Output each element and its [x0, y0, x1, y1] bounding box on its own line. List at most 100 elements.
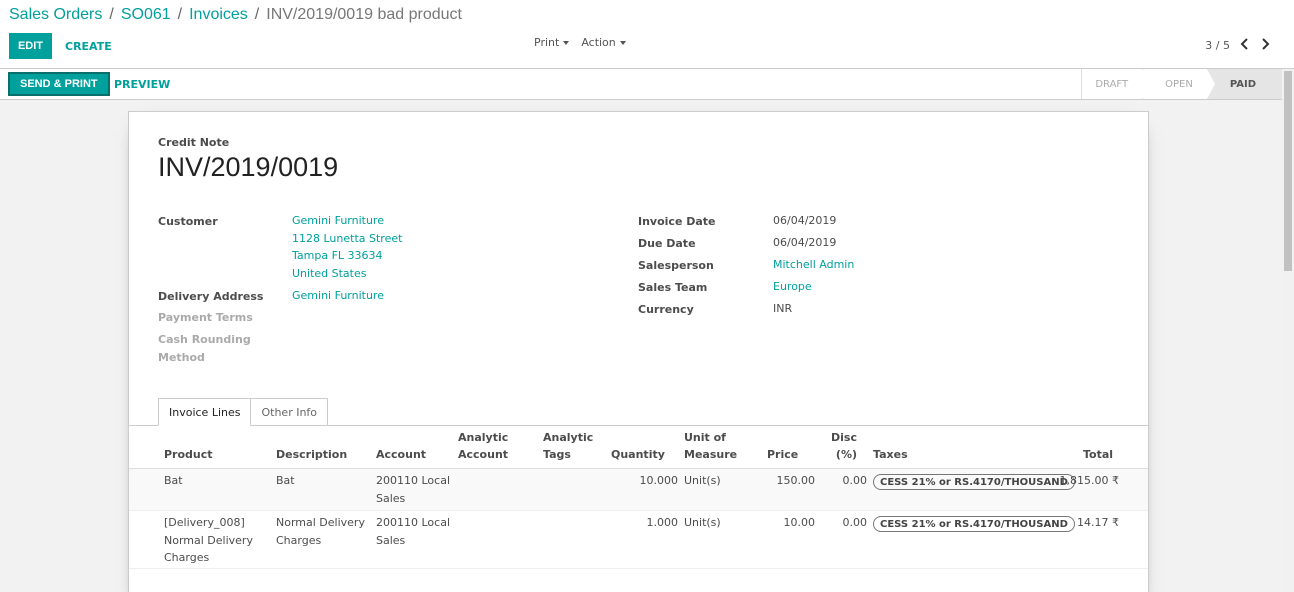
customer-street[interactable]: 1128 Lunetta Street — [292, 230, 402, 248]
cell-description-line: Charges — [276, 533, 322, 547]
col-analytic-tags-line1: Analytic — [543, 431, 594, 444]
scrollbar-thumb[interactable] — [1284, 71, 1292, 271]
print-dropdown-label: Print — [534, 36, 560, 49]
print-dropdown[interactable]: Print — [534, 36, 570, 49]
pager: 3 / 5 — [1205, 38, 1270, 53]
customer-city[interactable]: Tampa FL 33634 — [292, 247, 402, 265]
stage-open: OPEN — [1142, 69, 1215, 99]
delivery-address-label: Delivery Address — [158, 290, 264, 303]
cell-product: Bat — [164, 472, 183, 490]
stage-paid: PAID — [1206, 69, 1282, 99]
col-discount-line2: (%) — [835, 448, 857, 461]
cell-description: Normal Delivery Charges — [276, 514, 365, 549]
action-dropdown[interactable]: Action — [581, 36, 626, 49]
customer-country[interactable]: United States — [292, 265, 402, 283]
col-uom-line1: Unit of — [684, 431, 726, 444]
document-title: INV/2019/0019 — [158, 152, 339, 182]
cell-account-line: Sales — [376, 533, 406, 547]
col-unit-of-measure[interactable]: Unit of Measure — [684, 429, 737, 463]
sales-team-link[interactable]: Europe — [773, 278, 812, 296]
tab-other-info[interactable]: Other Info — [251, 398, 329, 426]
sidebar-dropdowns: Print Action — [534, 36, 626, 49]
cell-account-line: 200110 Local — [376, 516, 450, 529]
salesperson-label: Salesperson — [638, 259, 714, 272]
table-header: Product Description Account Analytic Acc… — [129, 426, 1148, 469]
cell-price: 150.00 — [776, 474, 816, 487]
chevron-right-icon[interactable] — [1260, 38, 1270, 53]
stage-arrow — [1206, 69, 1215, 99]
col-taxes[interactable]: Taxes — [873, 446, 908, 463]
col-total[interactable]: Total — [1083, 446, 1113, 463]
payment-terms-label: Payment Terms — [158, 311, 253, 324]
stage-draft: DRAFT — [1081, 69, 1151, 99]
col-price[interactable]: Price — [767, 446, 798, 463]
send-print-button[interactable]: SEND & PRINT — [8, 72, 110, 96]
col-analytic-account-line1: Analytic — [458, 431, 509, 444]
breadcrumb-separator: / — [177, 6, 183, 23]
create-button[interactable]: CREATE — [65, 33, 112, 59]
col-account[interactable]: Account — [376, 446, 426, 463]
salesperson-link[interactable]: Mitchell Admin — [773, 256, 854, 274]
tax-badge: CESS 21% or RS.4170/THOUSAND — [873, 516, 1075, 532]
cell-account: 200110 Local Sales — [376, 472, 450, 507]
breadcrumb-invoices[interactable]: Invoices — [189, 6, 248, 23]
cash-rounding-label: Cash Rounding — [158, 333, 251, 346]
customer-address: Gemini Furniture 1128 Lunetta Street Tam… — [292, 212, 402, 282]
caret-down-icon — [619, 40, 626, 45]
edit-button[interactable]: EDIT — [9, 33, 52, 59]
cell-discount: 0.00 — [842, 474, 868, 487]
stage-arrow — [1142, 69, 1151, 99]
chevron-left-icon[interactable] — [1240, 38, 1250, 53]
invoice-lines-table: Product Description Account Analytic Acc… — [129, 426, 1148, 569]
col-analytic-account[interactable]: Analytic Account — [458, 429, 508, 463]
caret-down-icon — [563, 40, 570, 45]
currency-label: Currency — [638, 303, 694, 316]
notebook-tabs: Invoice Lines Other Info — [158, 398, 329, 426]
cell-uom: Unit(s) — [684, 516, 721, 529]
control-panel: Sales Orders / SO061 / Invoices / INV/2019/001… — [0, 0, 1294, 69]
cell-product: [Delivery_008] Normal Delivery Charges — [164, 514, 253, 567]
delivery-address-link[interactable]: Gemini Furniture — [292, 287, 384, 305]
action-dropdown-label: Action — [581, 36, 616, 49]
breadcrumb-separator: / — [109, 6, 114, 23]
stage-draft-label: DRAFT — [1095, 78, 1129, 90]
cell-description-line: Normal Delivery — [276, 516, 365, 529]
table-row[interactable]: Bat Bat 200110 Local Sales 10.000 Unit(s… — [129, 469, 1148, 511]
breadcrumb-so061[interactable]: SO061 — [121, 6, 171, 23]
customer-link[interactable]: Gemini Furniture — [292, 212, 402, 230]
breadcrumb-sales-orders[interactable]: Sales Orders — [9, 6, 102, 23]
cell-account-line: Sales — [376, 491, 406, 505]
cell-description-line: Bat — [276, 474, 295, 487]
cell-account: 200110 Local Sales — [376, 514, 450, 549]
col-quantity[interactable]: Quantity — [611, 446, 665, 463]
col-analytic-tags-line2: Tags — [543, 448, 571, 461]
preview-button[interactable]: PREVIEW — [114, 72, 170, 96]
col-discount[interactable]: Disc (%) — [827, 429, 857, 463]
table-row[interactable]: [Delivery_008] Normal Delivery Charges N… — [129, 511, 1148, 569]
cell-account-line: 200110 Local — [376, 474, 450, 487]
due-date-label: Due Date — [638, 237, 696, 250]
cell-product-line: Normal Delivery — [164, 533, 253, 547]
cell-total: 1,815.00 ₹ — [1059, 474, 1119, 487]
tab-invoice-lines[interactable]: Invoice Lines — [158, 398, 252, 426]
breadcrumb-current: INV/2019/0019 bad product — [266, 6, 462, 23]
document-type: Credit Note — [158, 136, 230, 149]
pager-value[interactable]: 3 / 5 — [1205, 39, 1230, 52]
vertical-scrollbar[interactable] — [1282, 69, 1294, 592]
cell-price: 10.00 — [783, 516, 816, 529]
due-date-value: 06/04/2019 — [773, 236, 837, 249]
col-discount-line1: Disc — [831, 431, 857, 444]
currency-value: INR — [773, 302, 793, 315]
col-analytic-tags[interactable]: Analytic Tags — [543, 429, 593, 463]
form-header: SEND & PRINT PREVIEW DRAFT OPEN PAID — [0, 69, 1282, 100]
customer-label: Customer — [158, 215, 218, 228]
cell-discount: 0.00 — [842, 516, 868, 529]
stage-open-label: OPEN — [1165, 78, 1193, 90]
col-product[interactable]: Product — [164, 446, 213, 463]
invoice-date-label: Invoice Date — [638, 215, 716, 228]
cash-rounding-method-label: Method — [158, 351, 205, 364]
breadcrumb-separator: / — [254, 6, 260, 23]
cell-description: Bat — [276, 472, 295, 490]
col-analytic-account-line2: Account — [458, 448, 509, 461]
col-description[interactable]: Description — [276, 446, 347, 463]
